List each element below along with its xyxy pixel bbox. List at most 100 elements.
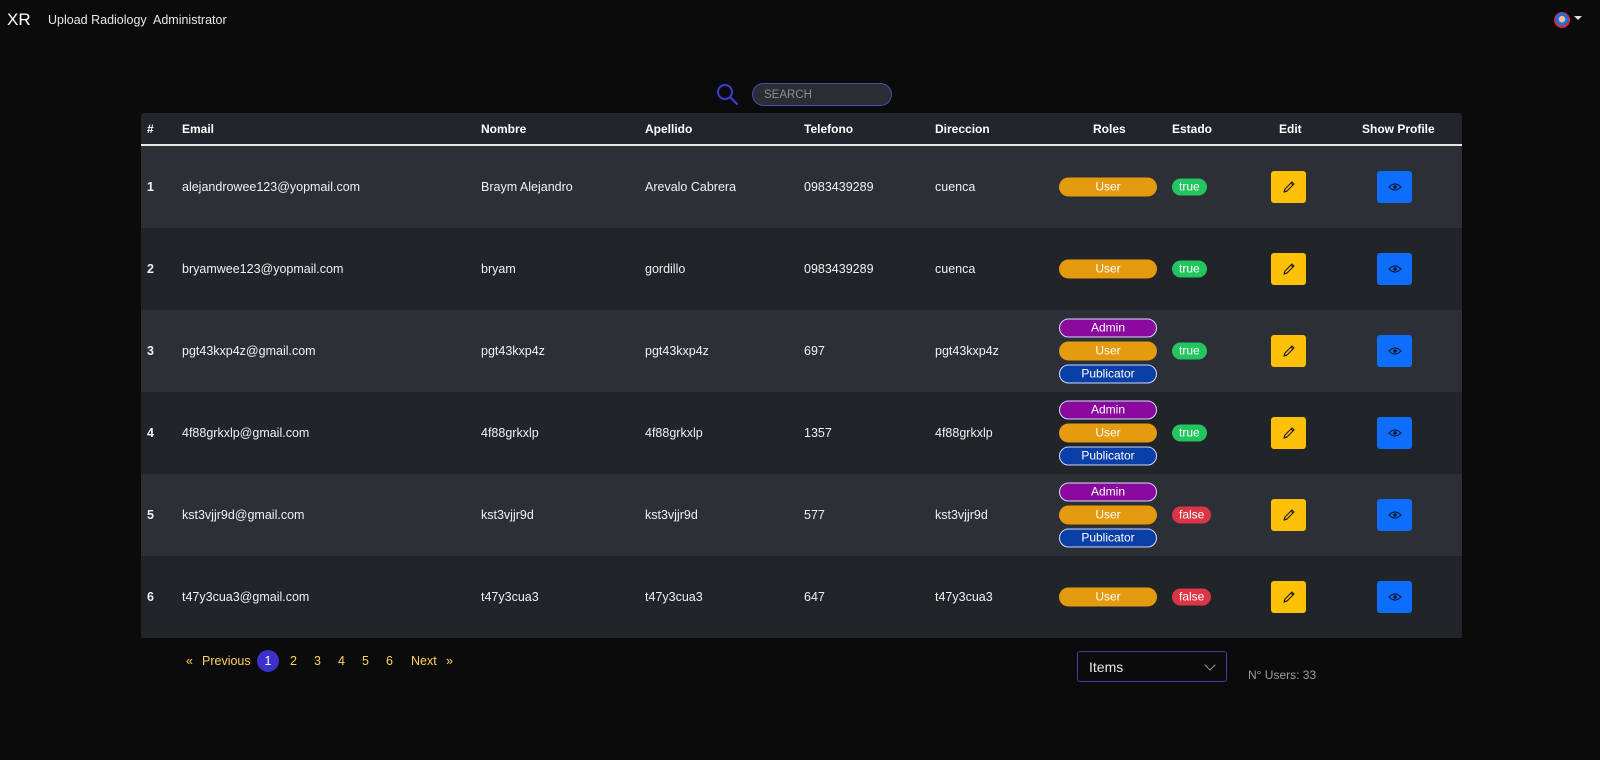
items-select-label: Items xyxy=(1089,659,1124,675)
role-badge-publicator: Publicator xyxy=(1059,364,1157,384)
next-arrow-icon[interactable]: » xyxy=(446,650,453,672)
eye-icon xyxy=(1387,265,1402,273)
show-profile-button[interactable] xyxy=(1377,581,1412,613)
cell-telefono: 577 xyxy=(804,508,825,522)
show-profile-button[interactable] xyxy=(1377,417,1412,449)
table-row: 5 kst3vjjr9d@gmail.com kst3vjjr9d kst3vjjr9… xyxy=(141,474,1462,556)
row-number: 4 xyxy=(147,426,154,440)
col-edit: Edit xyxy=(1279,122,1302,136)
page-5-button[interactable]: 5 xyxy=(362,650,369,672)
edit-button[interactable] xyxy=(1271,253,1306,285)
cell-nombre: pgt43kxp4z xyxy=(481,344,545,358)
status-badge: true xyxy=(1172,260,1207,278)
caret-down-icon[interactable] xyxy=(1574,16,1582,20)
user-menu[interactable] xyxy=(1550,10,1584,32)
page-3-button[interactable]: 3 xyxy=(314,650,321,672)
role-badge-user: User xyxy=(1059,177,1157,197)
cell-email: t47y3cua3@gmail.com xyxy=(182,590,310,604)
col-telefono: Telefono xyxy=(804,122,854,136)
cell-telefono: 647 xyxy=(804,590,825,604)
search-icon[interactable] xyxy=(716,83,738,105)
cell-direccion: t47y3cua3 xyxy=(935,590,993,604)
page-6-button[interactable]: 6 xyxy=(386,650,393,672)
roles-list: User xyxy=(1059,584,1159,611)
cell-direccion: kst3vjjr9d xyxy=(935,508,988,522)
search-input[interactable] xyxy=(752,83,892,106)
cell-nombre: bryam xyxy=(481,262,516,276)
status-badge: false xyxy=(1172,588,1212,606)
pencil-icon xyxy=(1282,181,1295,193)
role-badge-publicator: Publicator xyxy=(1059,446,1157,466)
edit-button[interactable] xyxy=(1271,499,1306,531)
pencil-icon xyxy=(1282,427,1295,439)
table-header: # Email Nombre Apellido Telefono Direcci… xyxy=(141,113,1462,146)
cell-direccion: 4f88grkxlp xyxy=(935,426,993,440)
col-estado: Estado xyxy=(1172,122,1213,136)
role-badge-user: User xyxy=(1059,587,1157,607)
cell-telefono: 0983439289 xyxy=(804,262,874,276)
items-per-page-select[interactable]: Items xyxy=(1077,651,1227,682)
show-profile-button[interactable] xyxy=(1377,253,1412,285)
cell-email: pgt43kxp4z@gmail.com xyxy=(182,344,316,358)
brand-logo[interactable]: XR xyxy=(7,10,31,30)
top-navbar: XR Upload Radiology Administrator xyxy=(0,0,1600,40)
pencil-icon xyxy=(1282,591,1295,603)
chevron-down-icon xyxy=(1204,659,1216,671)
role-badge-user: User xyxy=(1059,259,1157,279)
page-1-button[interactable]: 1 xyxy=(257,650,279,672)
row-number: 6 xyxy=(147,590,154,604)
roles-list: Admin User Publicator xyxy=(1059,479,1159,552)
users-count: N° Users: 33 xyxy=(1248,668,1317,682)
col-nombre: Nombre xyxy=(481,122,527,136)
edit-button[interactable] xyxy=(1271,581,1306,613)
cell-direccion: pgt43kxp4z xyxy=(935,344,999,358)
eye-icon xyxy=(1387,429,1402,437)
show-profile-button[interactable] xyxy=(1377,171,1412,203)
pencil-icon xyxy=(1282,263,1295,275)
next-page-button[interactable]: Next xyxy=(411,650,437,672)
edit-button[interactable] xyxy=(1271,171,1306,203)
cell-email: 4f88grkxlp@gmail.com xyxy=(182,426,310,440)
show-profile-button[interactable] xyxy=(1377,499,1412,531)
col-apellido: Apellido xyxy=(645,122,693,136)
edit-button[interactable] xyxy=(1271,335,1306,367)
cell-telefono: 697 xyxy=(804,344,825,358)
cell-telefono: 1357 xyxy=(804,426,832,440)
col-show-profile: Show Profile xyxy=(1362,122,1435,136)
users-table: # Email Nombre Apellido Telefono Direcci… xyxy=(141,113,1462,638)
table-row: 6 t47y3cua3@gmail.com t47y3cua3 t47y3cua3 64… xyxy=(141,556,1462,638)
status-badge: true xyxy=(1172,178,1207,196)
nav-link-administrator[interactable]: Administrator xyxy=(153,13,227,27)
col-number: # xyxy=(147,122,154,136)
role-badge-admin: Admin xyxy=(1059,318,1157,338)
cell-direccion: cuenca xyxy=(935,180,976,194)
table-row: 3 pgt43kxp4z@gmail.com pgt43kxp4z pgt43kxp4… xyxy=(141,310,1462,392)
cell-apellido: pgt43kxp4z xyxy=(645,344,709,358)
previous-page-button[interactable]: Previous xyxy=(202,650,251,672)
role-badge-user: User xyxy=(1059,341,1157,361)
cell-email: kst3vjjr9d@gmail.com xyxy=(182,508,305,522)
page-2-button[interactable]: 2 xyxy=(290,650,297,672)
edit-button[interactable] xyxy=(1271,417,1306,449)
nav-link-upload-radiology[interactable]: Upload Radiology xyxy=(48,13,147,27)
roles-list: Admin User Publicator xyxy=(1059,397,1159,470)
col-roles: Roles xyxy=(1093,122,1126,136)
show-profile-button[interactable] xyxy=(1377,335,1412,367)
cell-nombre: kst3vjjr9d xyxy=(481,508,534,522)
status-badge: true xyxy=(1172,342,1207,360)
avatar[interactable] xyxy=(1554,12,1570,28)
role-badge-publicator: Publicator xyxy=(1059,528,1157,548)
previous-arrow-icon[interactable]: « xyxy=(186,650,193,672)
eye-icon xyxy=(1387,593,1402,601)
eye-icon xyxy=(1387,183,1402,191)
pencil-icon xyxy=(1282,345,1295,357)
cell-nombre: t47y3cua3 xyxy=(481,590,539,604)
cell-email: alejandrowee123@yopmail.com xyxy=(182,180,361,194)
role-badge-admin: Admin xyxy=(1059,482,1157,502)
table-body: 1 alejandrowee123@yopmail.com Braym Alejan… xyxy=(141,146,1462,638)
roles-list: User xyxy=(1059,256,1159,283)
status-badge: false xyxy=(1172,506,1212,524)
page-4-button[interactable]: 4 xyxy=(338,650,345,672)
role-badge-admin: Admin xyxy=(1059,400,1157,420)
cell-apellido: Arevalo Cabrera xyxy=(645,180,737,194)
